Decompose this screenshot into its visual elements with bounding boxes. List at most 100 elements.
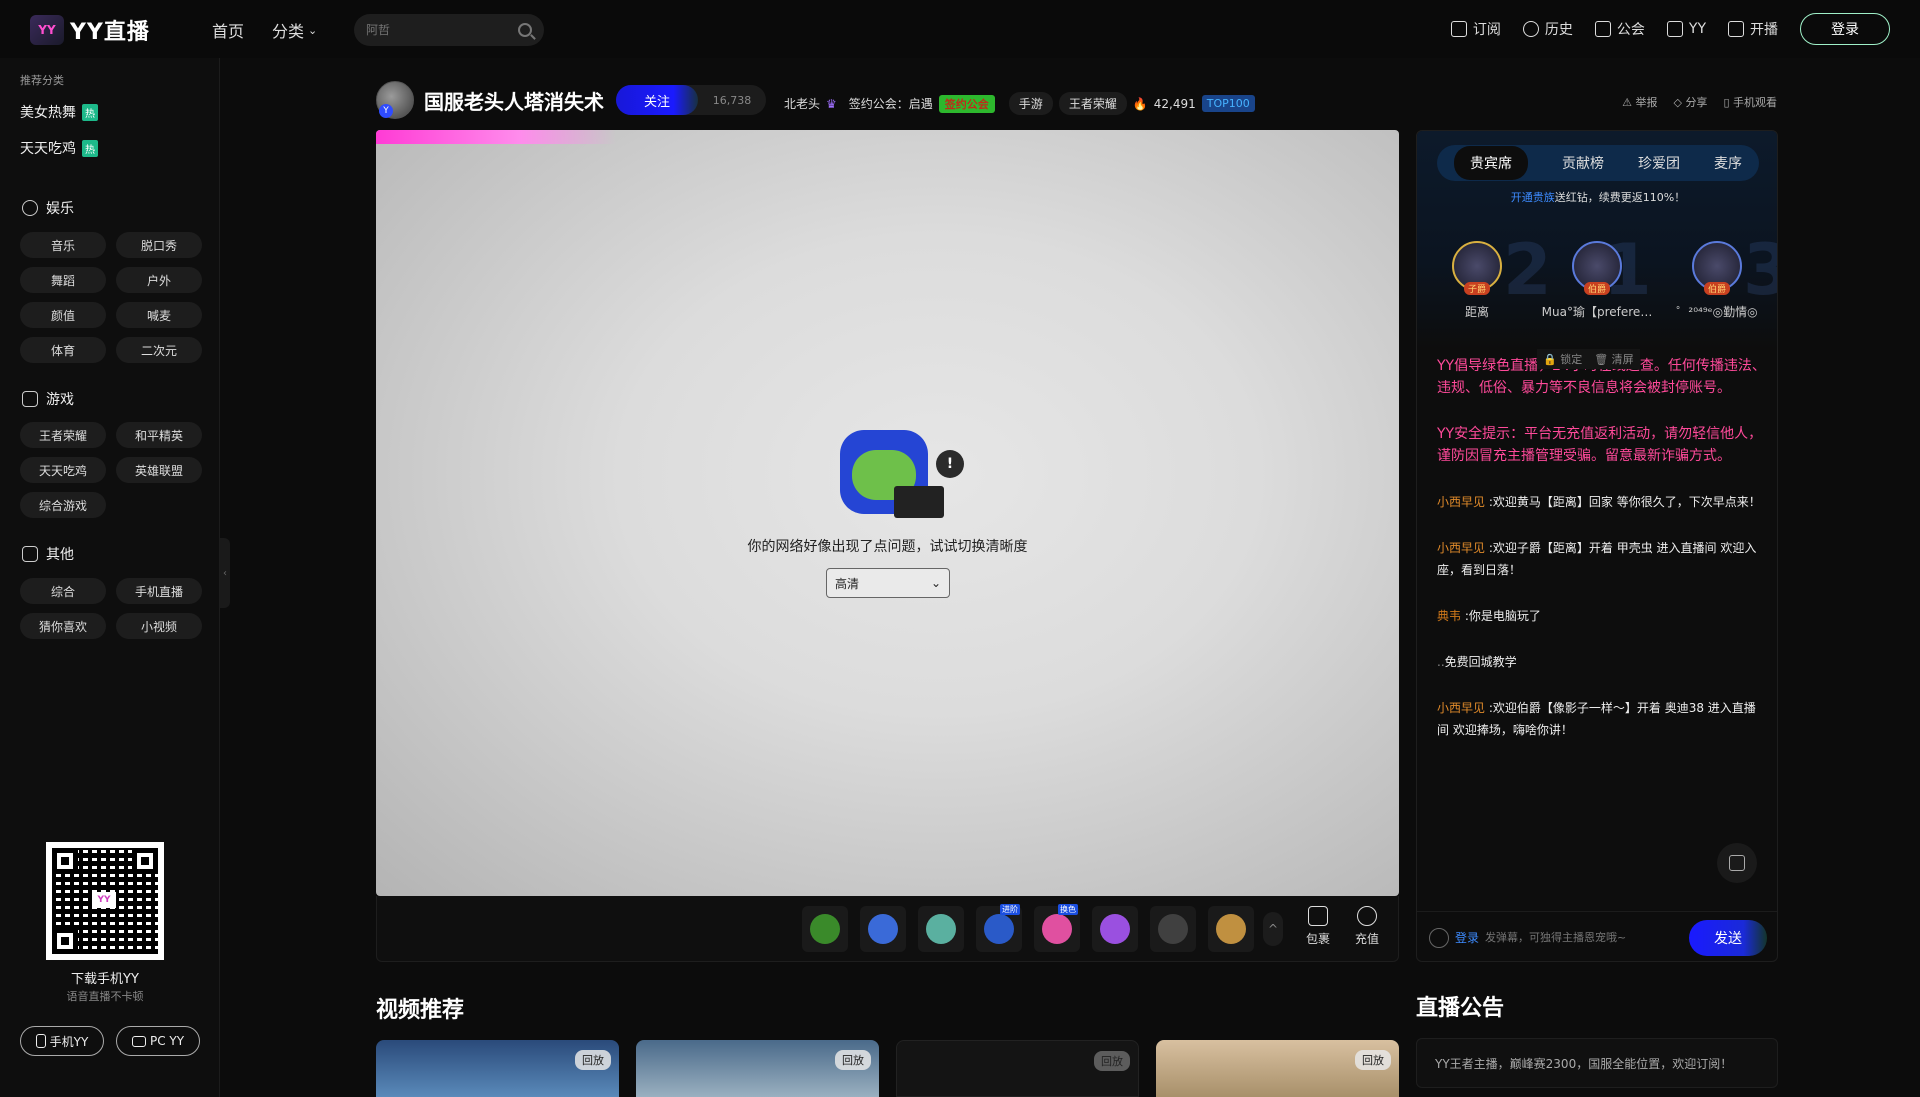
rank-badge[interactable]: TOP100 <box>1201 95 1255 112</box>
streamer-avatar[interactable] <box>376 81 414 119</box>
tab-mic-queue[interactable]: 麦序 <box>1714 153 1742 173</box>
category-pill[interactable]: 猜你喜欢 <box>20 613 106 639</box>
clear-chat-button[interactable]: 🗑 清屏 <box>1594 351 1633 367</box>
report-link[interactable]: ⚠ 举报 <box>1622 94 1657 110</box>
category-pill[interactable]: 脱口秀 <box>116 232 202 258</box>
sidebar-item-dance[interactable]: 美女热舞热 <box>20 102 98 122</box>
chat-text: 免费回城教学 <box>1444 655 1517 669</box>
group-games[interactable]: 游戏 <box>22 389 74 409</box>
chat-nick[interactable]: 典韦 <box>1437 609 1461 623</box>
package-icon <box>1308 906 1328 926</box>
danmaku-input[interactable] <box>1485 931 1683 944</box>
emoji-icon[interactable] <box>1429 927 1449 948</box>
mobile-yy-button[interactable]: 手机YY <box>20 1026 104 1056</box>
pc-yy-button[interactable]: PC YY <box>116 1026 200 1056</box>
search-input[interactable] <box>366 23 518 37</box>
category-pill[interactable]: 和平精英 <box>116 422 202 448</box>
video-glitch <box>376 130 616 144</box>
chat-nick[interactable]: 小西早见 <box>1437 541 1485 555</box>
category-pill[interactable]: 小视频 <box>116 613 202 639</box>
gift-item[interactable] <box>1092 906 1138 952</box>
tab-vip-seats[interactable]: 贵宾席 <box>1454 146 1528 180</box>
lock-chat-button[interactable]: 🔒 锁定 <box>1543 351 1582 367</box>
category-pill[interactable]: 天天吃鸡 <box>20 457 106 483</box>
gift-item[interactable]: 进阶 <box>976 904 1022 952</box>
gift-item[interactable] <box>918 906 964 952</box>
top-right-links: 订阅 历史 公会 YY 开播 登录 <box>1450 13 1890 45</box>
package-button[interactable]: 包裹 <box>1306 906 1330 947</box>
login-button[interactable]: 登录 <box>1800 13 1890 45</box>
video-player[interactable]: ! 你的网络好像出现了点问题，试试切换清晰度 高清 ⌄ <box>376 130 1399 896</box>
gift-item[interactable] <box>860 906 906 952</box>
recharge-icon <box>1357 906 1377 926</box>
qr-corner <box>52 848 78 874</box>
gift-item[interactable] <box>1208 906 1254 952</box>
category-pill[interactable]: 户外 <box>116 267 202 293</box>
gift-item[interactable] <box>1150 906 1196 952</box>
error-mascot: ! <box>840 430 970 526</box>
vip-seat[interactable]: 子爵 距离 <box>1417 241 1537 320</box>
gift-more-button[interactable]: ^ <box>1263 912 1283 946</box>
category-pill[interactable]: 手机直播 <box>116 578 202 604</box>
tag-mobile-game[interactable]: 手游 <box>1008 92 1053 115</box>
video-card[interactable]: 回放 <box>636 1040 879 1097</box>
gift-icon <box>868 914 898 944</box>
start-live-link[interactable]: 开播 <box>1728 19 1778 39</box>
vip-seat[interactable]: 伯爵 ゜²⁰⁴⁹ᵉ◎勤情◎ <box>1657 241 1777 320</box>
category-pill[interactable]: 体育 <box>20 337 106 363</box>
tab-contribution[interactable]: 贡献榜 <box>1562 153 1604 173</box>
category-pill[interactable]: 综合 <box>20 578 106 604</box>
video-card[interactable]: 回放 <box>896 1040 1139 1097</box>
group-other[interactable]: 其他 <box>22 544 74 564</box>
category-pill[interactable]: 舞蹈 <box>20 267 106 293</box>
rec-label: 美女热舞 <box>20 105 76 121</box>
yy-link[interactable]: YY <box>1666 21 1706 37</box>
tab-fan-club[interactable]: 珍爱团 <box>1638 153 1680 173</box>
send-login-link[interactable]: 登录 <box>1455 929 1479 946</box>
video-card[interactable]: 回放 <box>376 1040 619 1097</box>
history-link[interactable]: 历史 <box>1522 19 1573 39</box>
nav-home[interactable]: 首页 <box>212 18 244 42</box>
yy-icon <box>1666 21 1683 37</box>
site-logo[interactable]: YY YY直播 <box>30 14 150 46</box>
category-pill[interactable]: 综合游戏 <box>20 492 106 518</box>
category-pill[interactable]: 二次元 <box>116 337 202 363</box>
category-pill[interactable]: 英雄联盟 <box>116 457 202 483</box>
share-link[interactable]: ◇ 分享 <box>1673 94 1707 110</box>
video-card[interactable]: 回放 <box>1156 1040 1399 1097</box>
guild-label[interactable]: 签约公会：启遇 <box>849 95 933 112</box>
follow-button[interactable]: 关注 <box>616 85 698 115</box>
sidebar-collapse-handle[interactable]: ‹ <box>220 538 230 608</box>
subscribe-link[interactable]: 订阅 <box>1450 19 1501 39</box>
notice-section-title: 直播公告 <box>1416 996 1505 1021</box>
chat-settings-button[interactable] <box>1717 843 1757 883</box>
recharge-button[interactable]: 充值 <box>1355 906 1379 947</box>
group-entertainment[interactable]: 娱乐 <box>22 198 74 218</box>
category-pill[interactable]: 王者荣耀 <box>20 422 106 448</box>
vip-avatar: 伯爵 <box>1692 241 1742 295</box>
mobile-watch-link[interactable]: ▯ 手机观看 <box>1723 94 1777 110</box>
report-label: 举报 <box>1635 96 1658 109</box>
category-pill[interactable]: 颜值 <box>20 302 106 328</box>
qr-pattern: YY <box>52 848 158 954</box>
quality-select[interactable]: 高清 ⌄ <box>826 568 950 598</box>
chat-nick[interactable]: 小西早见 <box>1437 701 1485 715</box>
vip-avatar: 伯爵 <box>1572 241 1622 295</box>
send-button[interactable]: 发送 <box>1689 919 1767 956</box>
gift-item[interactable]: 换色 <box>1034 904 1080 952</box>
chat-nick[interactable]: .. <box>1437 655 1445 669</box>
host-name[interactable]: 北老头 <box>784 95 820 112</box>
vip-open-link[interactable]: 开通贵族 <box>1511 191 1555 204</box>
tag-honor-of-kings[interactable]: 王者荣耀 <box>1058 92 1127 115</box>
category-pill[interactable]: 喊麦 <box>116 302 202 328</box>
search-icon[interactable] <box>518 23 532 37</box>
vip-seat[interactable]: 伯爵 Mua°瑜【prefere… <box>1537 241 1657 320</box>
alert-icon: ! <box>936 450 964 478</box>
nav-category[interactable]: 分类 ⌄ <box>272 18 317 42</box>
sidebar-item-pubg[interactable]: 天天吃鸡热 <box>20 138 98 158</box>
guild-link[interactable]: 公会 <box>1594 19 1645 39</box>
category-pill[interactable]: 音乐 <box>20 232 106 258</box>
chat-nick[interactable]: 小西早见 <box>1437 495 1485 509</box>
nav-home-label: 首页 <box>212 22 245 41</box>
gift-item[interactable] <box>802 906 848 952</box>
